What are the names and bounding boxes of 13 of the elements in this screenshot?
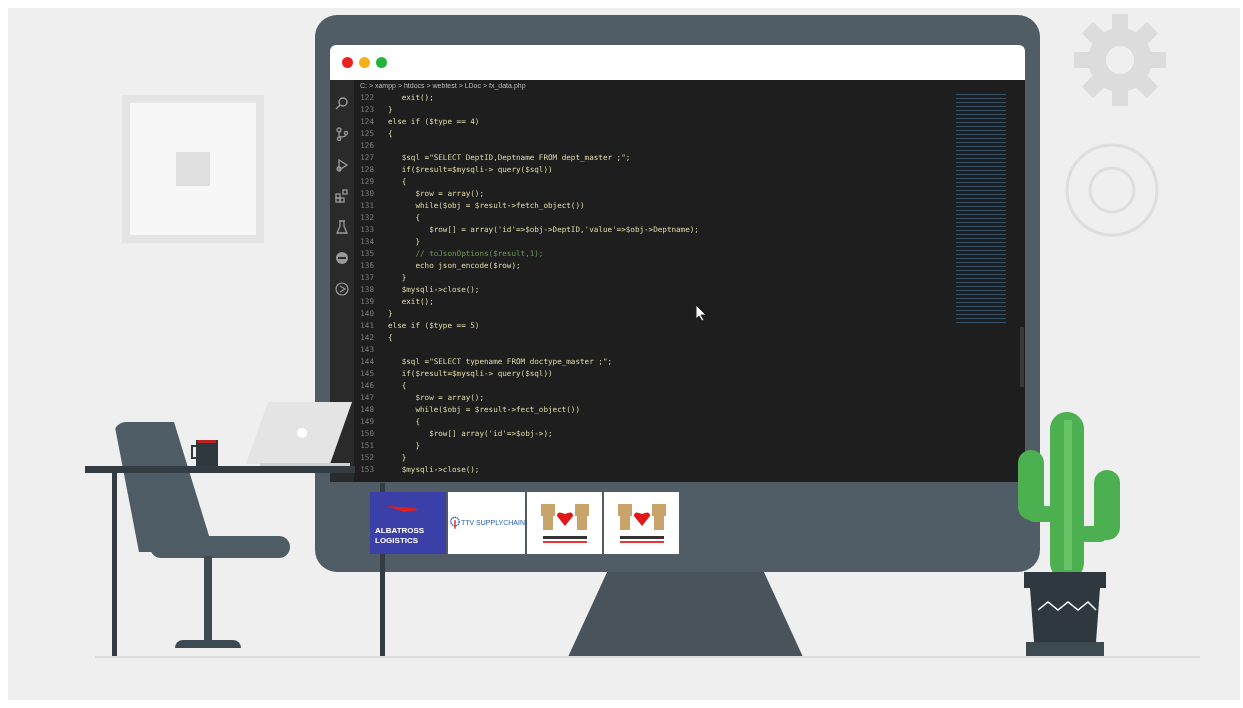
flask-icon[interactable] xyxy=(335,220,349,234)
mouse-pointer-icon xyxy=(695,304,707,322)
play-circle-icon[interactable] xyxy=(335,282,349,296)
close-button[interactable] xyxy=(342,57,353,68)
chair-base xyxy=(175,640,241,648)
maximize-button[interactable] xyxy=(376,57,387,68)
branch-icon[interactable] xyxy=(335,127,349,141)
scrollbar xyxy=(1020,327,1024,387)
circle-icon[interactable] xyxy=(335,251,349,265)
search-icon[interactable] xyxy=(335,96,349,110)
debug-icon[interactable] xyxy=(335,158,349,172)
extensions-icon[interactable] xyxy=(335,189,349,203)
logo: ALBATROSS LOGISTICS xyxy=(370,492,446,554)
